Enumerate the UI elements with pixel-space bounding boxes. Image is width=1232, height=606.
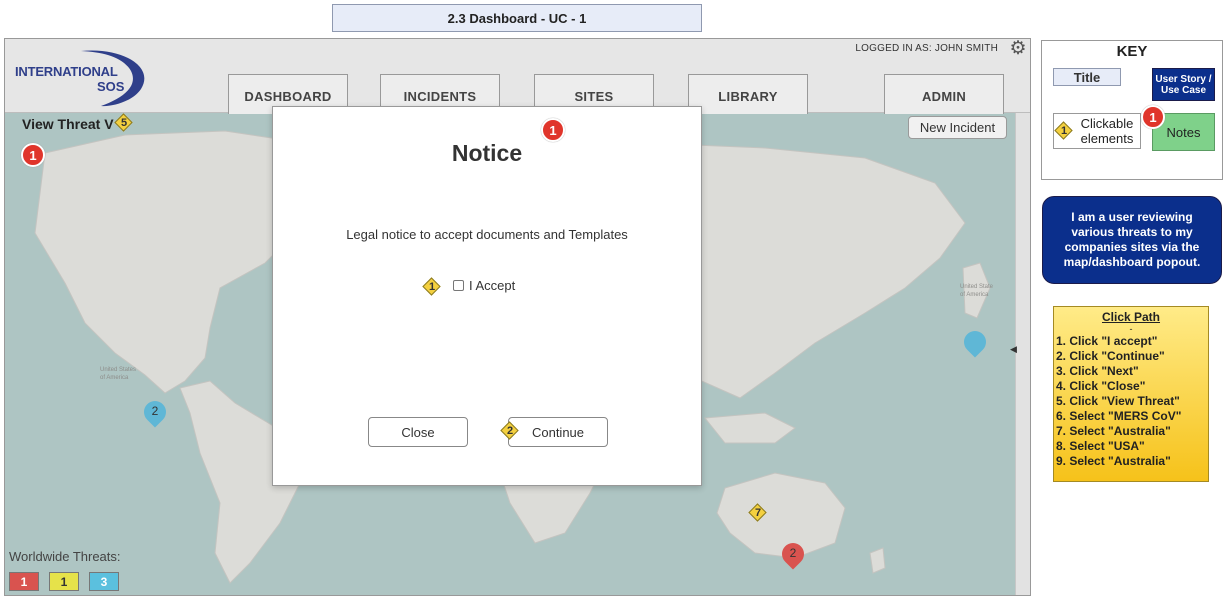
click-path-panel: Click Path - 1. Click "I accept" 2. Clic… — [1053, 306, 1209, 482]
gear-icon[interactable]: ⚙ — [1008, 39, 1028, 59]
clickable-step-marker-accept: 1 — [422, 277, 441, 296]
threat-count-medium[interactable]: 1 — [49, 572, 79, 591]
threat-count-high[interactable]: 1 — [9, 572, 39, 591]
notice-modal: Notice 1 Legal notice to accept document… — [272, 106, 702, 486]
key-clickable-label: Clickable elements — [1080, 116, 1134, 146]
accept-label[interactable]: I Accept — [469, 278, 515, 293]
app-header: INTERNATIONAL SOS LOGGED IN AS: JOHN SMI… — [5, 39, 1030, 114]
collapse-arrow-icon[interactable]: ◀ — [1010, 344, 1017, 355]
new-incident-button[interactable]: New Incident — [908, 116, 1007, 139]
logged-in-user: LOGGED IN AS: JOHN SMITH — [855, 43, 998, 54]
click-path-step: 9. Select "Australia" — [1056, 454, 1171, 468]
svg-text:United States: United States — [100, 367, 136, 373]
company-logo: INTERNATIONAL SOS — [13, 47, 148, 107]
key-heading: KEY — [1116, 43, 1148, 60]
click-path-step: 8. Select "USA" — [1056, 439, 1145, 453]
map-pin-japan[interactable] — [959, 326, 991, 361]
click-path-step: 3. Click "Next" — [1056, 364, 1139, 378]
continue-button[interactable]: Continue — [508, 417, 608, 447]
click-path-title: Click Path — [1101, 310, 1161, 324]
accept-checkbox[interactable] — [453, 280, 464, 291]
map-sidebar-rail[interactable] — [1015, 113, 1030, 595]
svg-text:of America: of America — [100, 375, 129, 381]
key-title-swatch: Title — [1053, 68, 1121, 86]
click-path-step: 2. Click "Continue" — [1056, 349, 1165, 363]
click-path-step: 5. Click "View Threat" — [1056, 394, 1180, 408]
click-path-step: 4. Click "Close" — [1056, 379, 1146, 393]
worldwide-threats-label: Worldwide Threats: — [9, 549, 121, 564]
legal-notice-text: Legal notice to accept documents and Tem… — [346, 227, 628, 242]
svg-text:of America: of America — [960, 292, 989, 298]
view-threat-link[interactable]: View Threat V — [22, 116, 114, 132]
note-marker: 1 — [21, 143, 45, 167]
svg-text:United State: United State — [960, 284, 994, 290]
threat-count-low[interactable]: 3 — [89, 572, 119, 591]
modal-title: Notice — [451, 140, 523, 166]
note-marker-key: 1 — [1141, 105, 1165, 129]
continue-label: Continue — [531, 424, 585, 440]
key-clickable-swatch: 1 Clickable elements — [1053, 113, 1141, 149]
logo-text: INTERNATIONAL — [15, 64, 118, 79]
click-path-separator: - — [1129, 324, 1133, 334]
key-legend: KEY Title User Story / Use Case 1 Clicka… — [1041, 40, 1223, 180]
clickable-diamond-icon: 1 — [1054, 121, 1073, 140]
clickable-step-marker-continue: 2 — [500, 421, 519, 440]
map-pin-usa[interactable]: 2 — [139, 396, 171, 431]
tab-library[interactable]: LIBRARY — [688, 74, 808, 114]
clickable-step-marker: 5 — [114, 113, 133, 132]
close-button[interactable]: Close — [368, 417, 468, 447]
logo-text-sos: SOS — [97, 79, 125, 94]
note-marker-modal: 1 — [541, 118, 565, 142]
user-story-box: I am a user reviewing various threats to… — [1042, 196, 1222, 284]
click-path-step: 1. Click "I accept" — [1056, 334, 1158, 348]
accept-row[interactable]: I Accept — [453, 278, 515, 293]
key-user-story-swatch: User Story / Use Case — [1152, 68, 1215, 101]
click-path-step: 7. Select "Australia" — [1056, 424, 1171, 438]
click-path-step: 6. Select "MERS CoV" — [1056, 409, 1182, 423]
clickable-step-marker-australia: 7 — [748, 503, 767, 522]
map-pin-australia[interactable]: 2 — [777, 538, 809, 573]
page-title: 2.3 Dashboard - UC - 1 — [332, 4, 702, 32]
tab-admin[interactable]: ADMIN — [884, 74, 1004, 114]
